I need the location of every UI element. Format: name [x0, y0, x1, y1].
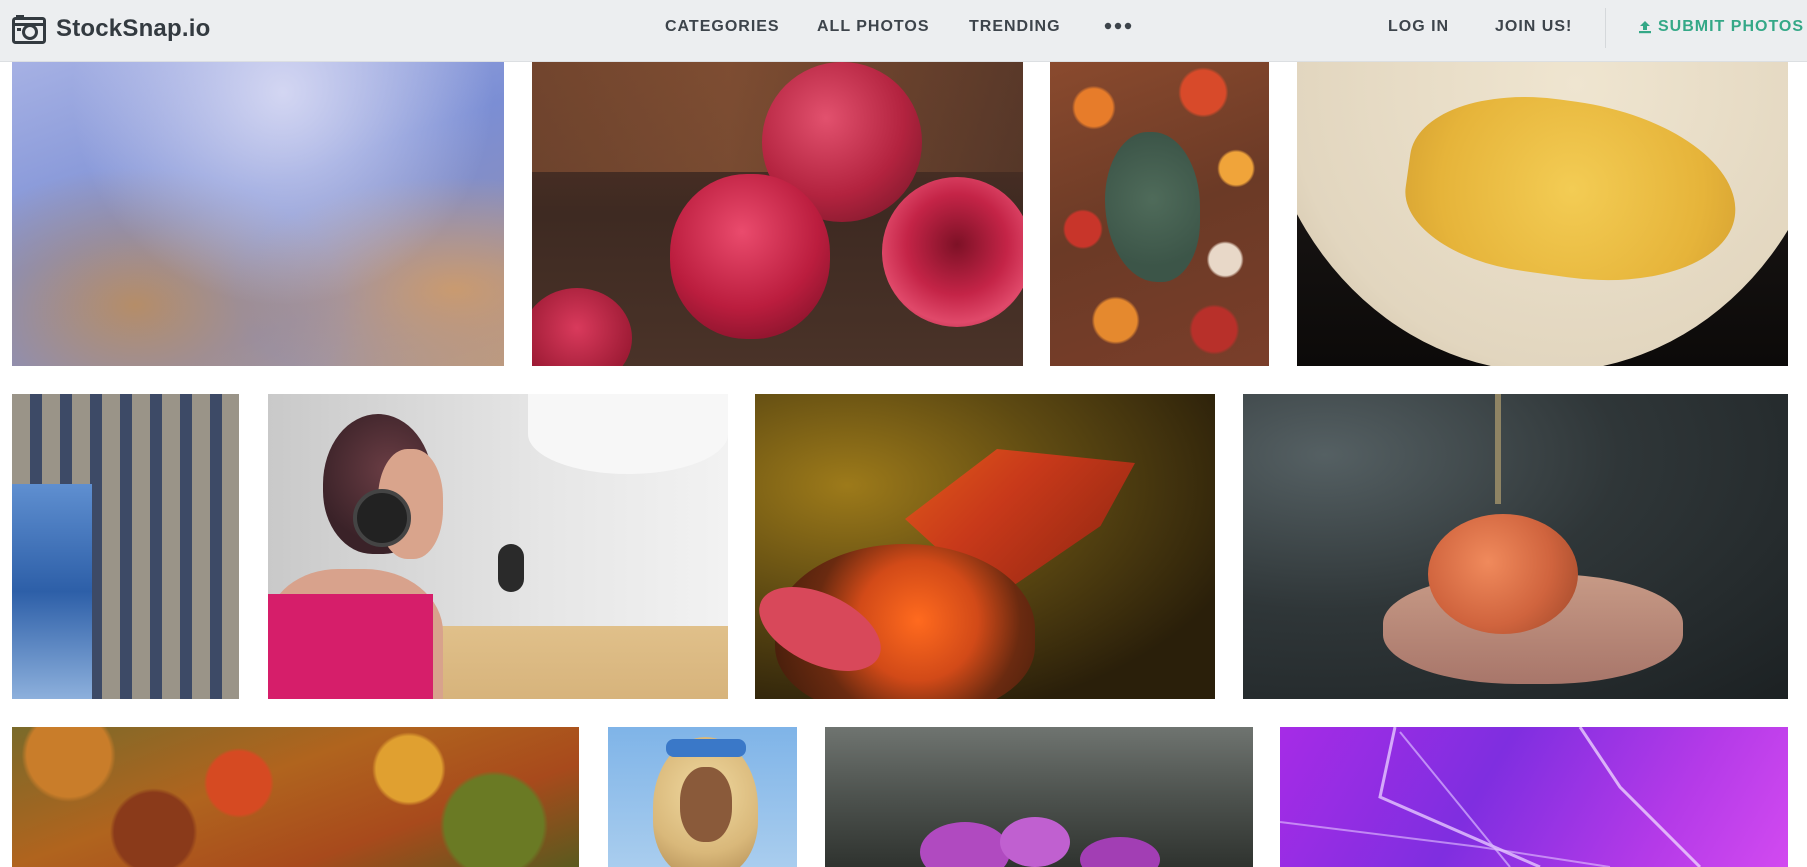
top-navbar: StockSnap.io CATEGORIES ALL PHOTOS TREND…: [0, 0, 1807, 62]
photo-blurred-abstract[interactable]: [12, 62, 504, 366]
nav-login[interactable]: LOG IN: [1388, 18, 1449, 36]
upload-icon: [1639, 21, 1651, 34]
photo-pink-orchid[interactable]: [825, 727, 1253, 867]
submit-photos-button[interactable]: SUBMIT PHOTOS: [1638, 18, 1804, 36]
photo-purple-abstract[interactable]: [1280, 727, 1788, 867]
nav-all-photos[interactable]: ALL PHOTOS: [817, 18, 930, 36]
nav-join[interactable]: JOIN US!: [1495, 18, 1572, 36]
brand-logo[interactable]: StockSnap.io: [12, 11, 210, 47]
photo-pumpkin-hands[interactable]: [1243, 394, 1788, 699]
brand-name: StockSnap.io: [56, 15, 211, 42]
photo-raspberries[interactable]: [532, 62, 1023, 366]
more-dots-icon[interactable]: [1104, 16, 1132, 41]
camera-icon: [12, 14, 46, 44]
photo-blonde-woman[interactable]: [608, 727, 797, 867]
photo-globe-australia[interactable]: [1297, 62, 1788, 366]
photo-podcast-woman[interactable]: [268, 394, 728, 699]
submit-photos-label: SUBMIT PHOTOS: [1658, 18, 1805, 35]
photo-monarch-butterfly[interactable]: [755, 394, 1215, 699]
nav-divider: [1605, 8, 1606, 48]
photo-autumn-leaves[interactable]: [1050, 62, 1269, 366]
nav-trending[interactable]: TRENDING: [969, 18, 1061, 36]
photo-autumn-forest[interactable]: [12, 727, 579, 867]
nav-categories[interactable]: CATEGORIES: [665, 18, 780, 36]
photo-glass-building[interactable]: [12, 394, 239, 699]
